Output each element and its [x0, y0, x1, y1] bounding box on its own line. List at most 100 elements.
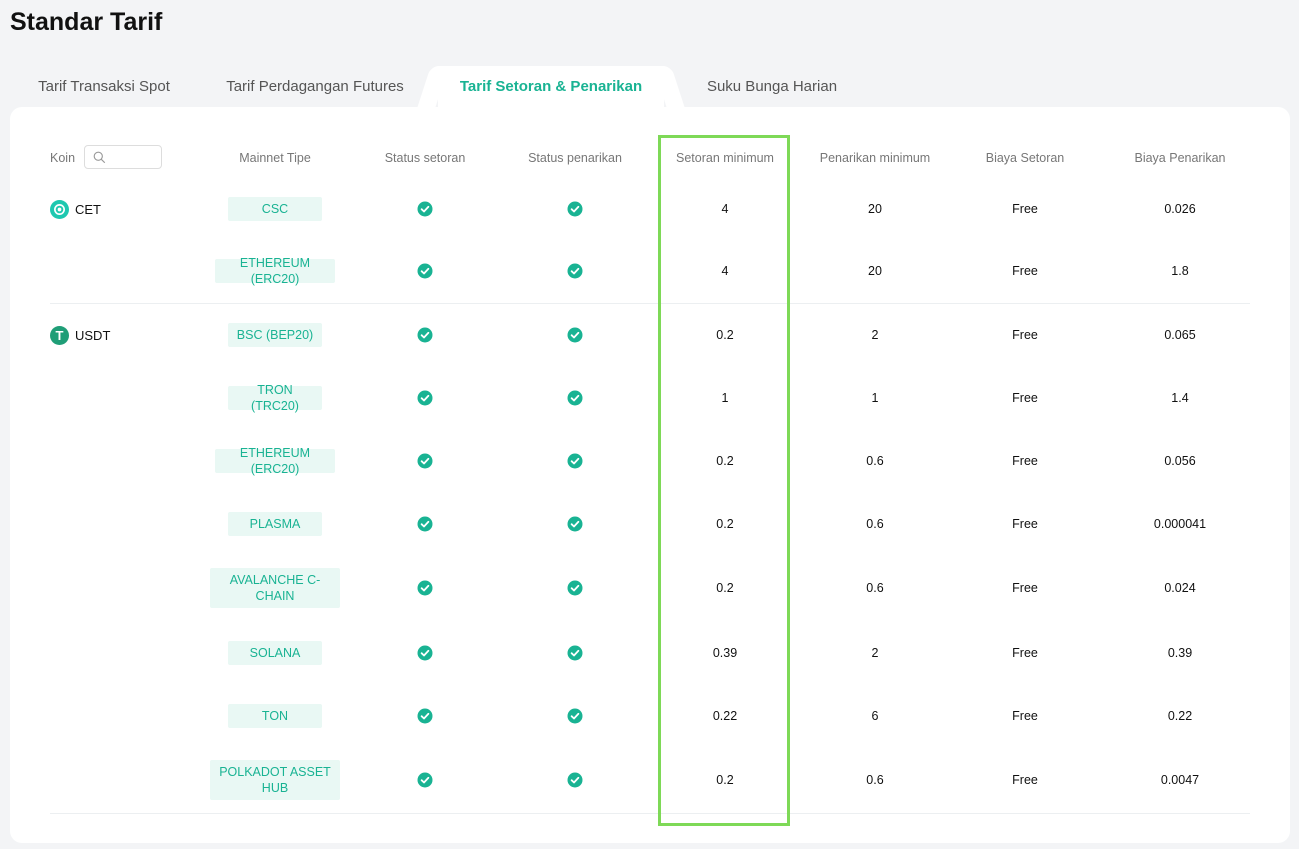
withdraw-status-check-icon	[567, 201, 583, 217]
deposit-status-check-icon	[417, 772, 433, 788]
tab-daily-interest[interactable]: Suku Bunga Harian	[680, 66, 864, 108]
table-row: TON 0.22 6 Free 0.22	[10, 696, 1290, 736]
min-withdraw-value: 1	[871, 391, 879, 405]
min-deposit-value: 0.2	[716, 454, 734, 468]
table-row: TRON (TRC20) 1 1 Free 1.4	[10, 378, 1290, 418]
network-tag: BSC (BEP20)	[228, 323, 322, 347]
withdraw-fee-value: 0.22	[1167, 709, 1193, 723]
table-header: Koin Mainnet Tipe Status setoran Status …	[10, 145, 1290, 171]
header-min-withdraw: Penarikan minimum	[819, 151, 931, 165]
network-tag: CSC	[228, 197, 322, 221]
min-deposit-value: 0.2	[716, 773, 734, 787]
deposit-fee-value: Free	[1012, 646, 1038, 660]
row-divider	[50, 303, 1250, 304]
cet-coin-icon	[50, 199, 69, 219]
min-withdraw-value: 0.6	[866, 517, 884, 531]
network-tag: TON	[228, 704, 322, 728]
coin-search-input[interactable]	[109, 148, 161, 168]
deposit-status-check-icon	[417, 453, 433, 469]
tab-spot-fees[interactable]: Tarif Transaksi Spot	[10, 66, 198, 108]
network-tag: SOLANA	[228, 641, 322, 665]
withdraw-status-check-icon	[567, 580, 583, 596]
header-deposit-status: Status setoran	[384, 151, 466, 165]
table-row: PLASMA 0.2 0.6 Free 0.000041	[10, 504, 1290, 544]
withdraw-fee-value: 0.065	[1164, 328, 1196, 342]
withdraw-fee-value: 0.39	[1167, 646, 1193, 660]
header-min-deposit: Setoran minimum	[676, 151, 774, 165]
min-withdraw-value: 20	[868, 264, 882, 278]
coin-label: CET	[50, 199, 101, 219]
min-withdraw-value: 20	[868, 202, 882, 216]
deposit-status-check-icon	[417, 263, 433, 279]
min-deposit-value: 4	[721, 264, 729, 278]
fee-table-card: Koin Mainnet Tipe Status setoran Status …	[10, 107, 1290, 843]
header-deposit-fee: Biaya Setoran	[985, 151, 1065, 165]
coin-name: USDT	[75, 327, 111, 343]
min-deposit-value: 0.2	[716, 581, 734, 595]
withdraw-fee-value: 0.026	[1164, 202, 1196, 216]
withdraw-fee-value: 0.000041	[1153, 517, 1207, 531]
withdraw-fee-value: 0.0047	[1160, 773, 1200, 787]
network-tag: POLKADOT ASSET HUB	[210, 760, 340, 800]
header-withdraw-status: Status penarikan	[528, 151, 622, 165]
min-deposit-value: 0.39	[712, 646, 738, 660]
withdraw-status-check-icon	[567, 390, 583, 406]
withdraw-fee-value: 0.056	[1164, 454, 1196, 468]
min-deposit-value: 1	[721, 391, 729, 405]
header-network: Mainnet Tipe	[239, 151, 311, 165]
coin-label: T USDT	[50, 325, 110, 345]
withdraw-status-check-icon	[567, 516, 583, 532]
deposit-fee-value: Free	[1012, 391, 1038, 405]
deposit-status-check-icon	[417, 201, 433, 217]
deposit-status-check-icon	[417, 580, 433, 596]
withdraw-status-check-icon	[567, 708, 583, 724]
deposit-status-check-icon	[417, 327, 433, 343]
tab-futures-fees[interactable]: Tarif Perdagangan Futures	[210, 66, 420, 108]
deposit-status-check-icon	[417, 390, 433, 406]
withdraw-fee-value: 1.8	[1171, 264, 1189, 278]
table-row: SOLANA 0.39 2 Free 0.39	[10, 633, 1290, 673]
header-coin: Koin	[50, 151, 76, 165]
network-tag: ETHEREUM (ERC20)	[215, 256, 335, 286]
min-withdraw-value: 0.6	[866, 581, 884, 595]
min-deposit-value: 0.22	[712, 709, 738, 723]
deposit-fee-value: Free	[1012, 328, 1038, 342]
usdt-coin-icon: T	[50, 325, 69, 345]
deposit-status-check-icon	[417, 645, 433, 661]
deposit-fee-value: Free	[1012, 709, 1038, 723]
withdraw-fee-value: 1.4	[1171, 391, 1189, 405]
deposit-fee-value: Free	[1012, 517, 1038, 531]
row-divider	[50, 813, 1250, 814]
tab-deposit-withdraw-fees[interactable]: Tarif Setoran & Penarikan	[438, 66, 664, 108]
min-withdraw-value: 0.6	[866, 773, 884, 787]
table-row: ETHEREUM (ERC20) 4 20 Free 1.8	[10, 251, 1290, 291]
min-deposit-value: 0.2	[716, 517, 734, 531]
network-tag: PLASMA	[228, 512, 322, 536]
header-withdraw-fee: Biaya Penarikan	[1134, 151, 1226, 165]
withdraw-status-check-icon	[567, 453, 583, 469]
deposit-fee-value: Free	[1012, 202, 1038, 216]
min-withdraw-value: 0.6	[866, 454, 884, 468]
withdraw-status-check-icon	[567, 772, 583, 788]
withdraw-status-check-icon	[567, 327, 583, 343]
network-tag: AVALANCHE C-CHAIN	[210, 568, 340, 608]
min-withdraw-value: 6	[871, 709, 879, 723]
withdraw-status-check-icon	[567, 645, 583, 661]
network-tag: ETHEREUM (ERC20)	[215, 446, 335, 476]
table-row: CET CSC 4 20 Free 0.026	[10, 189, 1290, 229]
withdraw-status-check-icon	[567, 263, 583, 279]
table-row: ETHEREUM (ERC20) 0.2 0.6 Free 0.056	[10, 441, 1290, 481]
deposit-fee-value: Free	[1012, 454, 1038, 468]
min-deposit-value: 0.2	[716, 328, 734, 342]
table-row: T USDT BSC (BEP20) 0.2 2 Free 0.065	[10, 315, 1290, 355]
deposit-status-check-icon	[417, 516, 433, 532]
page-title: Standar Tarif	[10, 8, 163, 36]
table-row: POLKADOT ASSET HUB 0.2 0.6 Free 0.0047	[10, 760, 1290, 800]
coin-name: CET	[75, 201, 101, 217]
coin-search-box[interactable]	[84, 145, 162, 169]
deposit-fee-value: Free	[1012, 581, 1038, 595]
tab-bar: Tarif Transaksi Spot Tarif Perdagangan F…	[10, 66, 1290, 108]
min-deposit-value: 4	[721, 202, 729, 216]
deposit-status-check-icon	[417, 708, 433, 724]
network-tag: TRON (TRC20)	[228, 383, 322, 413]
